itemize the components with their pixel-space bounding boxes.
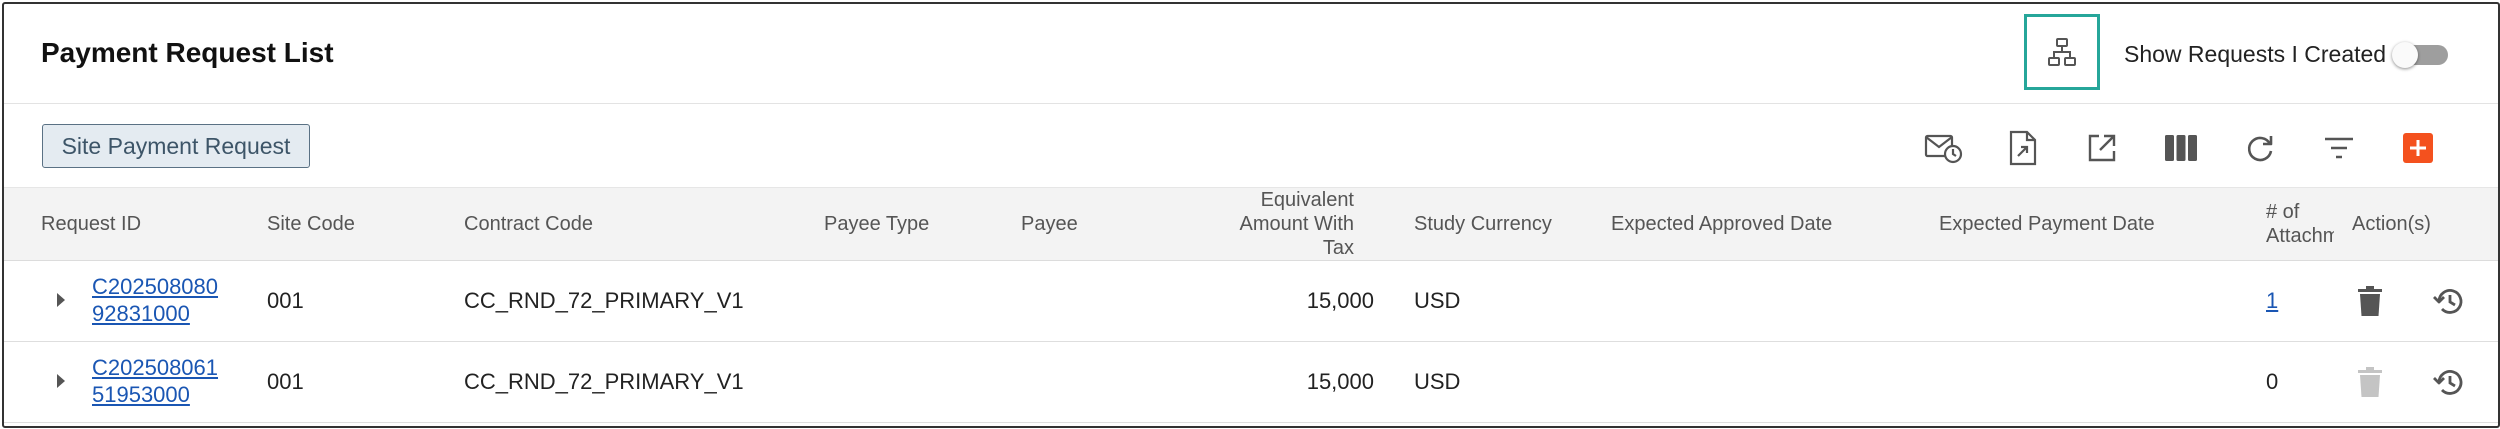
attachments-link[interactable]: 1 <box>2266 288 2278 313</box>
contract-code-cell: CC_RND_72_PRIMARY_V1 <box>464 369 744 394</box>
table-row: C202508080 92831000 001 CC_RND_72_PRIMAR… <box>4 260 2498 342</box>
attachments-cell: 1 <box>2266 287 2278 314</box>
column-request-id[interactable]: Request ID <box>41 212 141 236</box>
currency-cell: USD <box>1414 288 1461 313</box>
column-expected-payment-date[interactable]: Expected Payment Date <box>1939 212 2155 236</box>
request-id-link[interactable]: C202508080 92831000 <box>92 273 218 327</box>
open-external-button[interactable] <box>2080 126 2124 170</box>
columns-icon <box>2165 135 2197 161</box>
column-contract-code[interactable]: Contract Code <box>464 212 593 236</box>
add-icon <box>2403 133 2433 163</box>
column-equivalent-amount[interactable]: Equivalent Amount With Tax <box>1204 188 1354 260</box>
site-payment-request-button[interactable]: Site Payment Request <box>42 124 310 168</box>
column-site-code[interactable]: Site Code <box>267 212 355 236</box>
expand-row-icon[interactable] <box>57 293 65 307</box>
column-study-currency[interactable]: Study Currency <box>1414 212 1552 236</box>
export-document-icon <box>2009 130 2037 166</box>
page-title: Payment Request List <box>41 37 334 68</box>
export-document-button[interactable] <box>2001 126 2045 170</box>
panel-header: Payment Request List Show Requests I Cre… <box>4 4 2498 104</box>
table-row: C202508061 51953000 001 CC_RND_72_PRIMAR… <box>4 341 2498 423</box>
history-icon[interactable] <box>2432 367 2466 397</box>
add-request-button[interactable] <box>2396 126 2440 170</box>
amount-cell: 15,000 <box>1306 369 1374 394</box>
org-chart-icon <box>2048 38 2076 66</box>
expand-row-icon[interactable] <box>57 374 65 388</box>
attachments-cell: 0 <box>2266 369 2279 394</box>
table-header: Request ID Site Code Contract Code Payee… <box>4 187 2498 261</box>
org-chart-button[interactable] <box>2024 14 2100 90</box>
amount-cell: 15,000 <box>1306 288 1374 313</box>
refresh-button[interactable] <box>2238 126 2282 170</box>
show-requests-label: Show Requests I Created <box>2124 41 2387 67</box>
request-id-link[interactable]: C202508061 51953000 <box>92 354 218 408</box>
delete-icon-disabled <box>2358 367 2382 397</box>
site-code-cell: 001 <box>267 288 304 313</box>
currency-cell: USD <box>1414 369 1461 394</box>
column-payee[interactable]: Payee <box>1021 212 1078 236</box>
site-code-cell: 001 <box>267 369 304 394</box>
filter-icon <box>2325 137 2353 159</box>
delete-icon[interactable] <box>2358 286 2382 316</box>
column-expected-approved-date[interactable]: Expected Approved Date <box>1611 212 1832 236</box>
payment-request-panel: Payment Request List Show Requests I Cre… <box>2 2 2500 428</box>
column-payee-type[interactable]: Payee Type <box>824 212 929 236</box>
column-attachments[interactable]: # of Attachm <box>2266 200 2334 248</box>
filter-button[interactable] <box>2317 126 2361 170</box>
open-external-icon <box>2088 134 2116 162</box>
column-actions: Action(s) <box>2352 213 2431 235</box>
history-icon[interactable] <box>2432 286 2466 316</box>
show-requests-toggle[interactable] <box>2392 42 2450 68</box>
email-schedule-button[interactable] <box>1922 126 1966 170</box>
refresh-icon <box>2247 136 2273 162</box>
columns-button[interactable] <box>2159 126 2203 170</box>
contract-code-cell: CC_RND_72_PRIMARY_V1 <box>464 288 744 313</box>
mail-schedule-icon <box>1924 134 1963 164</box>
